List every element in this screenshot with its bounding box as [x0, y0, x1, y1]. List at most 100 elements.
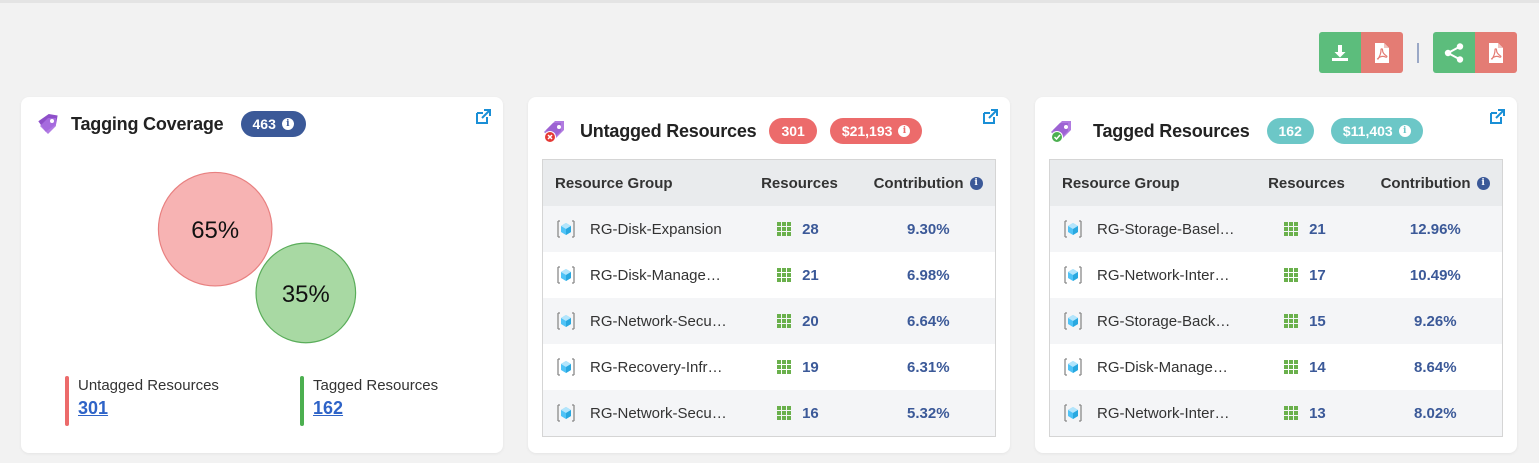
card-title: Tagged Resources — [1093, 120, 1250, 141]
cell-resources: 17 — [1254, 267, 1369, 284]
info-icon[interactable]: i — [1398, 125, 1411, 137]
resource-group-name[interactable]: RG-Disk-Manage… — [590, 267, 721, 284]
resource-group-name[interactable]: RG-Storage-Basel… — [1097, 221, 1235, 238]
resource-count[interactable]: 17 — [1309, 267, 1326, 284]
download-pdf-button[interactable] — [1361, 32, 1403, 73]
cell-resources: 21 — [747, 267, 862, 284]
pdf-icon — [1489, 42, 1503, 63]
share-icon — [1444, 42, 1464, 63]
resource-count[interactable]: 28 — [802, 221, 819, 238]
legend-tagged: Tagged Resources 162 — [300, 376, 438, 426]
cell-resources: 16 — [747, 405, 862, 422]
col-contribution[interactable]: Contribution i — [1369, 175, 1502, 192]
contribution-value: 6.64% — [907, 312, 950, 330]
tagged-resources-card: Tagged Resources 162 $11,403 i Resource … — [1035, 97, 1517, 453]
resource-group-icon — [1064, 312, 1082, 330]
untagged-cost-badge[interactable]: $21,193 i — [829, 118, 923, 144]
table-row[interactable]: RG-Recovery-Infr… 19 6.31% — [543, 344, 995, 390]
tagged-count: 162 — [1278, 123, 1302, 139]
resource-count[interactable]: 20 — [802, 313, 819, 330]
cell-resource-group: RG-Recovery-Infr… — [543, 356, 747, 378]
resource-count[interactable]: 16 — [802, 405, 819, 422]
legend-tagged-label: Tagged Resources — [313, 377, 439, 394]
table-row[interactable]: RG-Network-Inter… 13 8.02% — [1050, 390, 1502, 436]
pdf-icon — [1375, 42, 1389, 63]
cell-resource-group: RG-Disk-Manage… — [1050, 356, 1254, 378]
legend-tagged-bar — [300, 376, 304, 426]
resources-grid-icon — [777, 267, 792, 283]
resource-group-name[interactable]: RG-Network-Secu… — [590, 405, 727, 422]
resource-group-icon — [1064, 220, 1082, 238]
card-title: Untagged Resources — [580, 120, 757, 141]
resource-group-name[interactable]: RG-Network-Secu… — [590, 313, 727, 330]
resource-count[interactable]: 19 — [802, 359, 819, 376]
untagged-tag-icon — [544, 121, 564, 143]
resource-group-name[interactable]: RG-Network-Inter… — [1097, 405, 1230, 422]
resources-grid-icon — [1284, 267, 1299, 283]
export-toolbar — [1319, 32, 1517, 73]
legend-untagged-count[interactable]: 301 — [78, 398, 108, 419]
cell-contribution: 8.64% — [1369, 359, 1502, 376]
resource-group-name[interactable]: RG-Disk-Expansion — [590, 221, 722, 238]
cell-resources: 20 — [747, 313, 862, 330]
cell-contribution: 9.30% — [862, 221, 995, 238]
table-row[interactable]: RG-Disk-Manage… 21 6.98% — [543, 252, 995, 298]
table-row[interactable]: RG-Network-Inter… 17 10.49% — [1050, 252, 1502, 298]
cell-resources: 15 — [1254, 313, 1369, 330]
cell-resource-group: RG-Storage-Back… — [1050, 310, 1254, 332]
download-button[interactable] — [1319, 32, 1361, 73]
contribution-value: 10.49% — [1409, 266, 1461, 284]
col-resources[interactable]: Resources — [1254, 175, 1369, 192]
resource-group-icon — [1064, 266, 1082, 284]
col-contribution-label: Contribution — [873, 174, 964, 192]
table-row[interactable]: RG-Network-Secu… 16 5.32% — [543, 390, 995, 436]
table-header: Resource Group Resources Contribution i — [1050, 160, 1502, 206]
resource-group-name[interactable]: RG-Network-Inter… — [1097, 267, 1230, 284]
download-group — [1319, 32, 1403, 73]
col-resource-group[interactable]: Resource Group — [1050, 175, 1254, 192]
info-icon[interactable]: i — [898, 125, 911, 137]
resource-group-name[interactable]: RG-Recovery-Infr… — [590, 359, 723, 376]
table-row[interactable]: RG-Storage-Basel… 21 12.96% — [1050, 206, 1502, 252]
legend-untagged-label: Untagged Resources — [78, 377, 219, 394]
resource-count[interactable]: 14 — [1309, 359, 1326, 376]
tagged-count-badge: 162 — [1266, 118, 1314, 144]
resource-count[interactable]: 21 — [1309, 221, 1326, 238]
col-resource-group[interactable]: Resource Group — [543, 175, 747, 192]
resources-grid-icon — [1284, 221, 1299, 237]
open-external-icon[interactable] — [982, 109, 998, 125]
info-icon[interactable]: i — [1476, 176, 1490, 190]
table-body: RG-Disk-Expansion 28 9.30% RG-Disk-Manage… 2… — [543, 206, 995, 436]
open-external-icon[interactable] — [1489, 109, 1505, 125]
resources-grid-icon — [1284, 313, 1299, 329]
tagged-table: Resource Group Resources Contribution i … — [1049, 159, 1503, 437]
resource-count[interactable]: 15 — [1309, 313, 1326, 330]
cell-resources: 14 — [1254, 359, 1369, 376]
resource-group-name[interactable]: RG-Disk-Manage… — [1097, 359, 1228, 376]
col-resources[interactable]: Resources — [747, 175, 862, 192]
table-row[interactable]: RG-Storage-Back… 15 9.26% — [1050, 298, 1502, 344]
resources-grid-icon — [777, 221, 792, 237]
download-icon — [1332, 44, 1348, 61]
share-button[interactable] — [1433, 32, 1475, 73]
tagged-cost-badge[interactable]: $11,403 i — [1330, 118, 1423, 144]
table-row[interactable]: RG-Disk-Manage… 14 8.64% — [1050, 344, 1502, 390]
resource-group-icon — [557, 358, 575, 376]
untagged-cost: $21,193 — [841, 123, 893, 139]
resource-group-name[interactable]: RG-Storage-Back… — [1097, 313, 1230, 330]
resource-count[interactable]: 13 — [1309, 405, 1326, 422]
resource-group-icon — [1064, 404, 1082, 422]
legend-tagged-count[interactable]: 162 — [313, 398, 343, 419]
col-contribution[interactable]: Contribution i — [862, 175, 995, 192]
cell-resource-group: RG-Disk-Expansion — [543, 218, 747, 240]
col-contribution-label: Contribution — [1380, 174, 1471, 192]
share-pdf-button[interactable] — [1475, 32, 1517, 73]
top-border — [0, 0, 1539, 3]
info-icon[interactable]: i — [969, 176, 983, 190]
cell-resource-group: RG-Network-Inter… — [1050, 264, 1254, 286]
table-row[interactable]: RG-Network-Secu… 20 6.64% — [543, 298, 995, 344]
contribution-value: 6.98% — [907, 266, 950, 284]
resource-count[interactable]: 21 — [802, 267, 819, 284]
cell-contribution: 12.96% — [1369, 221, 1502, 238]
table-row[interactable]: RG-Disk-Expansion 28 9.30% — [543, 206, 995, 252]
